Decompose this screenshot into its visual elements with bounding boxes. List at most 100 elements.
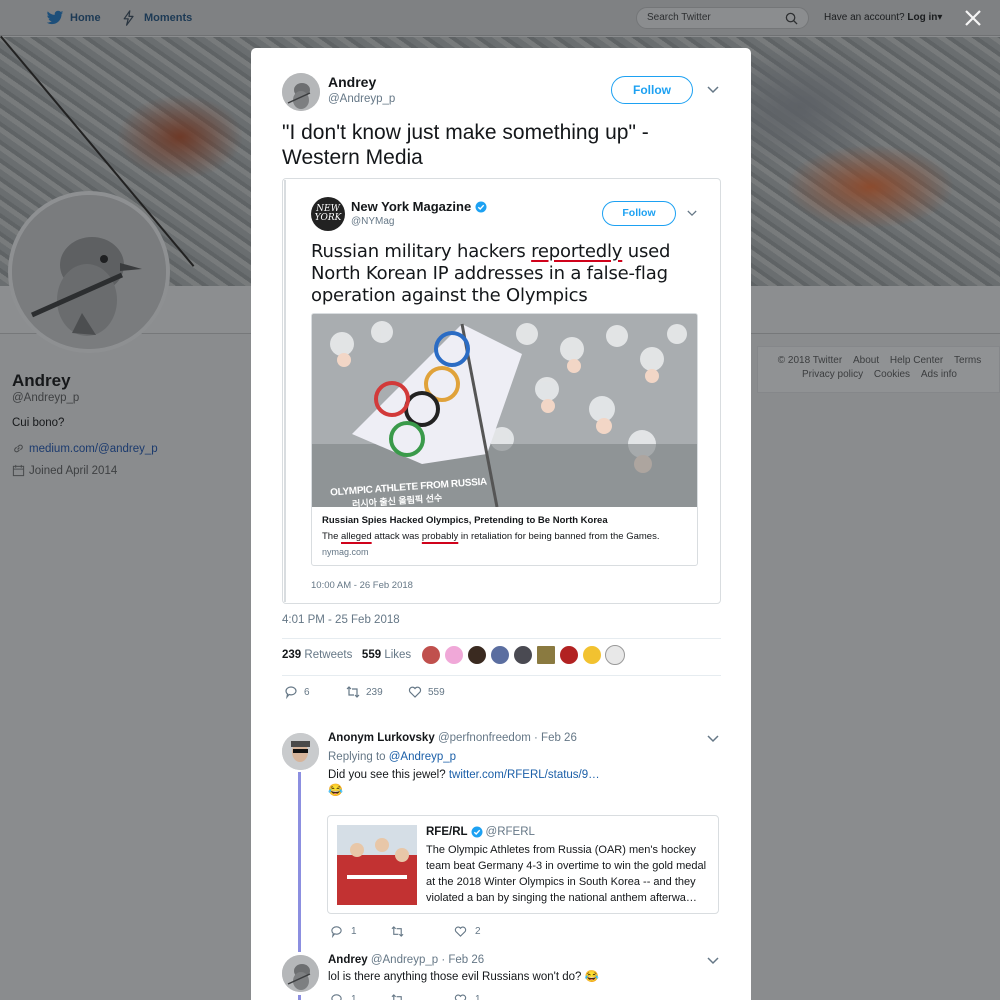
close-icon[interactable] — [963, 8, 983, 28]
retweet-total[interactable]: 239 — [282, 649, 301, 661]
link-card: OLYMPIC ATHLETE FROM RUSSIA 러시아 출신 올림픽 선… — [311, 313, 698, 566]
liker-avatar[interactable] — [513, 645, 533, 665]
footer-terms[interactable]: Terms — [954, 355, 981, 366]
tweet-author-handle[interactable]: @Andreyp_p — [328, 93, 395, 105]
reply-date[interactable]: · Feb 26 — [441, 954, 484, 966]
footer-ads-info[interactable]: Ads info — [921, 369, 957, 380]
like-total[interactable]: 559 — [362, 649, 381, 661]
face-illustration — [282, 733, 319, 770]
nav-home-label: Home — [70, 12, 101, 24]
retweets-label: Retweets — [304, 649, 353, 661]
reply-text: lol is there anything those evil Russian… — [328, 971, 599, 983]
liker-avatar[interactable] — [559, 645, 579, 665]
chevron-down-icon[interactable] — [707, 957, 719, 965]
liker-avatars — [421, 645, 625, 665]
account-menu[interactable]: Have an account? Log in▾ — [824, 12, 942, 23]
retweet-action[interactable] — [391, 925, 412, 938]
quoted-author-name: New York Magazine — [351, 199, 487, 214]
like-count: 559 — [428, 686, 445, 698]
profile-avatar[interactable] — [8, 191, 170, 353]
reply-header: Anonym Lurkovsky @perfnonfreedom · Feb 2… — [328, 732, 577, 744]
caret-down-icon: ▾ — [937, 12, 943, 23]
embedded-tweet-text: The Olympic Athletes from Russia (OAR) m… — [426, 844, 707, 904]
thread-connector — [298, 995, 301, 1000]
tweet-timestamp[interactable]: 4:01 PM - 25 Feb 2018 — [282, 614, 400, 626]
footer-about[interactable]: About — [853, 355, 879, 366]
reply-avatar[interactable] — [282, 733, 319, 770]
chevron-down-icon — [687, 210, 697, 217]
nav-moments[interactable]: Moments — [120, 10, 192, 26]
footer-cookies[interactable]: Cookies — [874, 369, 910, 380]
tweet-author-name[interactable]: Andrey — [328, 74, 376, 90]
liker-avatar[interactable] — [490, 645, 510, 665]
retweet-count: 239 — [366, 686, 383, 698]
reply-action[interactable]: 1 — [330, 993, 357, 1000]
reply-author-handle[interactable]: @Andreyp_p — [371, 954, 438, 966]
footer-links: © 2018 Twitter About Help Center Terms P… — [757, 346, 1000, 393]
replying-to-label: Replying to — [328, 751, 386, 763]
login-link[interactable]: Log in — [907, 12, 937, 23]
replying-to: Replying to @Andreyp_p — [328, 751, 456, 763]
divider — [282, 638, 721, 639]
reply-avatar[interactable] — [282, 955, 319, 992]
quoted-tweet-text: Russian military hackers reportedly used… — [311, 241, 691, 307]
embedded-author: RFE/RL @RFERL — [426, 826, 535, 838]
like-action[interactable]: 1 — [454, 993, 481, 1000]
likes-label: Likes — [384, 649, 412, 661]
quoted-text-part: Russian military hackers — [311, 241, 532, 262]
photo-illustration — [337, 825, 417, 905]
replying-to-handle[interactable]: @Andreyp_p — [389, 751, 456, 763]
profile-website[interactable]: medium.com/@andrey_p — [12, 442, 158, 455]
profile-link-text[interactable]: medium.com/@andrey_p — [29, 443, 158, 455]
verified-badge-icon — [471, 826, 483, 838]
retweet-action[interactable]: 239 — [346, 685, 383, 699]
reply-count: 6 — [304, 686, 310, 698]
liker-avatar[interactable] — [536, 645, 556, 665]
tweet-author-avatar[interactable] — [282, 73, 320, 111]
retweet-action[interactable] — [391, 993, 412, 1000]
search-input[interactable]: Search Twitter — [636, 7, 809, 29]
liker-avatar[interactable] — [421, 645, 441, 665]
reply-icon — [331, 926, 342, 938]
reply-author-name[interactable]: Andrey — [328, 954, 368, 966]
like-action[interactable]: 2 — [454, 925, 481, 938]
reply-date[interactable]: · Feb 26 — [534, 732, 577, 744]
reply-author-handle[interactable]: @perfnonfreedom — [438, 732, 531, 744]
quoted-tweet-image[interactable]: NEW YORK New York Magazine @NYMag Follow… — [282, 178, 721, 604]
search-icon[interactable] — [785, 12, 798, 25]
underlined-word: reportedly — [531, 241, 623, 262]
card-desc-part: The — [322, 531, 342, 542]
quoted-follow-button: Follow — [602, 201, 676, 226]
lightning-icon — [123, 10, 134, 26]
reply-link[interactable]: twitter.com/RFERL/status/9… — [449, 769, 600, 781]
reply-action[interactable]: 6 — [284, 685, 310, 699]
liker-avatar[interactable] — [605, 645, 625, 665]
embedded-tweet-card[interactable]: RFE/RL @RFERL The Olympic Athletes from … — [327, 815, 719, 914]
footer-copyright: © 2018 Twitter — [777, 355, 843, 366]
profile-joined-text: Joined April 2014 — [29, 464, 118, 477]
nav-home[interactable]: Home — [46, 10, 101, 26]
follow-button[interactable]: Follow — [611, 76, 693, 104]
card-domain: nymag.com — [322, 547, 369, 557]
olympic-flag-photo: OLYMPIC ATHLETE FROM RUSSIA 러시아 출신 올림픽 선… — [312, 314, 697, 509]
quote-left-border — [284, 180, 286, 602]
liker-avatar[interactable] — [444, 645, 464, 665]
heart-icon — [454, 926, 467, 937]
heart-icon — [454, 994, 467, 1000]
card-desc-part: in retaliation for being banned from the… — [458, 531, 660, 542]
reply-action[interactable]: 1 — [330, 925, 357, 938]
liker-avatar[interactable] — [467, 645, 487, 665]
footer-privacy[interactable]: Privacy policy — [802, 369, 863, 380]
chevron-down-icon[interactable] — [707, 86, 719, 94]
card-title: Russian Spies Hacked Olympics, Pretendin… — [322, 515, 608, 526]
profile-bio: Cui bono? — [12, 417, 65, 429]
reply-icon — [331, 994, 342, 1000]
embedded-author-handle: @RFERL — [485, 826, 535, 838]
chevron-down-icon[interactable] — [707, 735, 719, 743]
footer-help-center[interactable]: Help Center — [890, 355, 943, 366]
reply-header: Andrey @Andreyp_p · Feb 26 — [328, 954, 484, 966]
like-action[interactable]: 559 — [408, 685, 445, 699]
liker-avatar[interactable] — [582, 645, 602, 665]
reply-author-name[interactable]: Anonym Lurkovsky — [328, 732, 435, 744]
reply-text: Did you see this jewel? twitter.com/RFER… — [328, 769, 600, 781]
